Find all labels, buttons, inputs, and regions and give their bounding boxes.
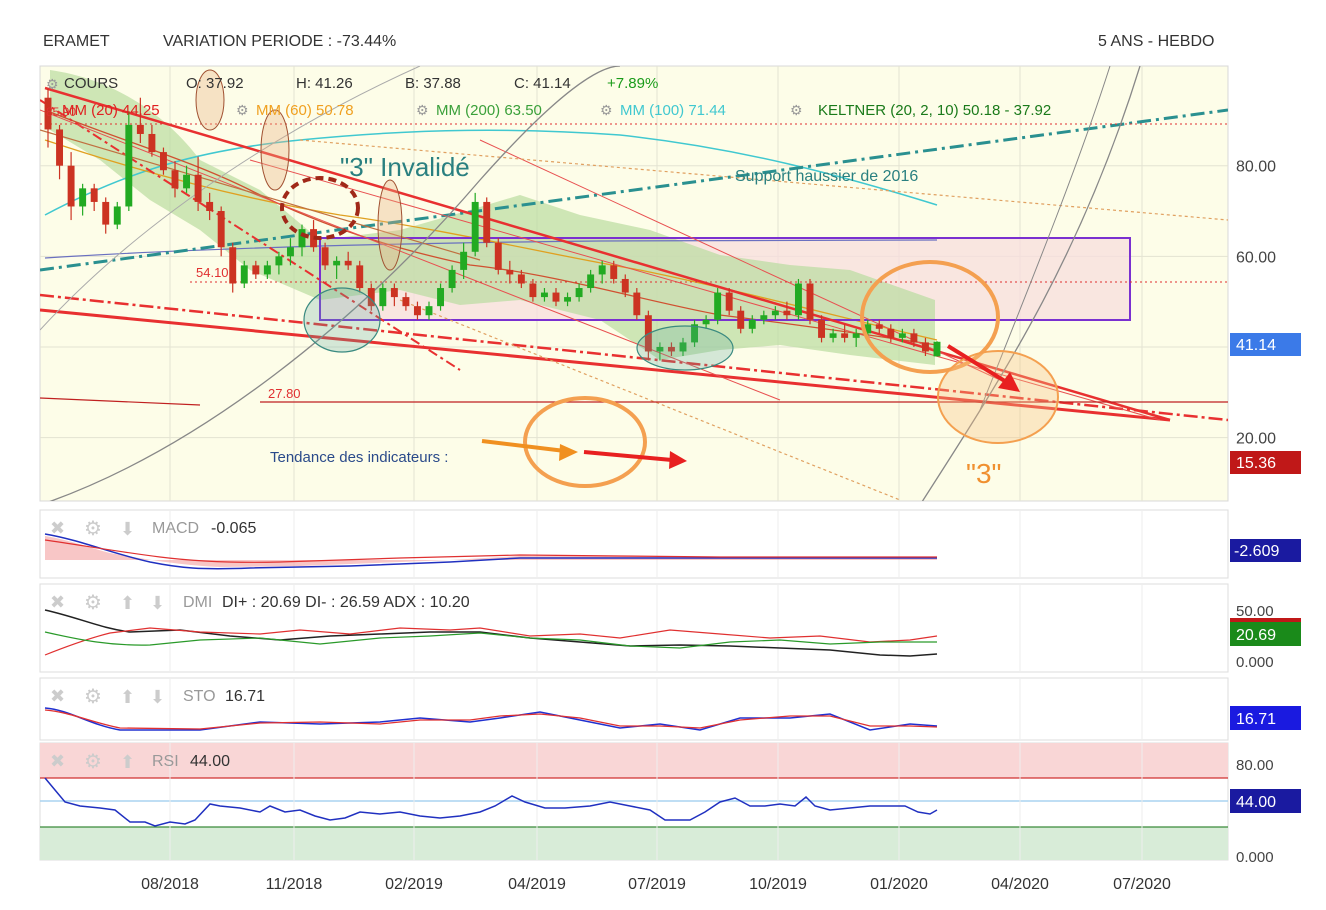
close-icon[interactable]: ✖ [50,518,65,538]
candle [714,288,722,325]
date-tick-label: 01/2020 [870,876,928,893]
macd-value: -0.065 [211,520,256,537]
rsi-panel: ✖ ⚙ ⬆ RSI 44.00 44.00 [39,742,1301,861]
gear-icon[interactable]: ⚙ [236,102,249,118]
main-panel: "3" Invalidé Support haussier de 2016 54… [39,65,1301,502]
date-tick-label: 10/2019 [749,876,807,893]
gear-icon[interactable]: ⚙ [416,102,429,118]
indicator-tick-label: 0.000 [1236,849,1274,866]
macd-label: MACD [152,520,199,537]
stock-chart: "3" Invalidé Support haussier de 2016 54… [39,65,1301,893]
low-ellipse-2 [636,325,734,371]
dmi-value: DI+ : 20.69 DI- : 26.59 ADX : 10.20 [222,594,470,611]
price-tick-label: 60.00 [1236,249,1276,266]
date-tick-label: 07/2019 [628,876,686,893]
legend-high: H: 41.26 [296,75,353,92]
legend-cours: COURS [64,75,118,92]
indicator-tick-label: 80.00 [1236,757,1274,774]
peak-ellipse-3 [377,179,403,271]
price-axis: 80.0060.0040.0020.00 [1236,159,1276,448]
indicator-trend-label: Tendance des indicateurs : [270,449,448,466]
gear-icon[interactable]: ⚙ [600,102,613,118]
candle [471,192,479,257]
gear-icon[interactable]: ⚙ [84,686,102,708]
legend-open: O: 37.92 [186,75,244,92]
candle [494,238,502,275]
level-27-label: 27.80 [268,386,301,401]
arrow-down-icon[interactable]: ⬇ [150,687,165,707]
sto-panel: ✖ ⚙ ⬆ ⬇ STO 16.71 16.71 [39,677,1301,741]
legend-mm20: MM (20) 44.25 [62,102,160,119]
price-tick-label: 80.00 [1236,159,1276,176]
date-tick-label: 02/2019 [385,876,443,893]
low-price-text: 15.36 [1236,455,1276,472]
gear-icon[interactable]: ⚙ [84,592,102,614]
gear-icon[interactable]: ⚙ [84,751,102,773]
close-icon[interactable]: ✖ [50,592,65,612]
legend-mm100: MM (100) 71.44 [620,102,726,119]
invalidated-label: "3" Invalidé [340,152,470,182]
peak-ellipse-2 [260,109,290,191]
dmi-badge-text: 20.69 [1236,627,1276,644]
dmi-panel-bg [39,583,1229,673]
sto-panel-bg [39,677,1229,741]
arrow-down-icon[interactable]: ⬇ [150,593,165,613]
target-zone-circle [937,350,1059,444]
legend-low: B: 37.88 [405,75,461,92]
candle [356,260,364,293]
date-tick-label: 08/2018 [141,876,199,893]
legend-keltner: KELTNER (20, 2, 10) 50.18 - 37.92 [818,102,1051,119]
date-tick-label: 04/2020 [991,876,1049,893]
legend-mm60: MM (60) 50.78 [256,102,354,119]
last-price-text: 41.14 [1236,337,1276,354]
gear-icon[interactable]: ⚙ [84,518,102,540]
rsi-oversold-zone [40,827,1228,860]
legend-close: C: 41.14 [514,75,571,92]
candle [633,288,641,320]
dmi-panel: ✖ ⚙ ⬆ ⬇ DMI DI+ : 20.69 DI- : 26.59 ADX … [39,583,1301,673]
gear-icon[interactable]: ⚙ [790,102,803,118]
price-tick-label: 20.00 [1236,431,1276,448]
candle [125,111,133,211]
legend-mm200: MM (200) 63.50 [436,102,542,119]
support-label: Support haussier de 2016 [735,168,918,185]
indicator-tick-label: 50.00 [1236,603,1274,620]
date-tick-label: 04/2019 [508,876,566,893]
target-3-label: "3" [966,458,1001,489]
arrow-up-icon[interactable]: ⬆ [120,752,135,772]
sto-label: STO [183,688,216,705]
candle [933,341,941,357]
candle [483,197,491,248]
low-ellipse-1 [303,287,381,353]
rsi-value: 44.00 [190,753,230,770]
legend-change: +7.89% [607,75,658,92]
arrow-up-icon[interactable]: ⬆ [120,687,135,707]
close-icon[interactable]: ✖ [50,686,65,706]
rsi-label: RSI [152,753,179,770]
date-axis: 08/2018 11/2018 02/2019 04/2019 07/2019 10/20… [141,876,1171,893]
macd-panel: ✖ ⚙ ⬇ MACD -0.065 -2.609 [39,509,1301,579]
macd-badge-text: -2.609 [1234,543,1279,560]
level-54-label: 54.10 [196,265,229,280]
rsi-badge-text: 44.00 [1236,794,1276,811]
candle [794,278,802,320]
close-icon[interactable]: ✖ [50,751,65,771]
sto-value: 16.71 [225,688,265,705]
date-tick-label: 11/2018 [266,876,323,893]
indicator-tick-label: 0.000 [1236,654,1274,671]
candle [806,278,814,325]
date-tick-label: 07/2020 [1113,876,1171,893]
sto-badge-text: 16.71 [1236,711,1276,728]
gear-icon[interactable]: ⚙ [46,76,59,92]
arrow-up-icon[interactable]: ⬆ [120,593,135,613]
arrow-down-icon[interactable]: ⬇ [120,519,135,539]
dmi-label: DMI [183,594,212,611]
